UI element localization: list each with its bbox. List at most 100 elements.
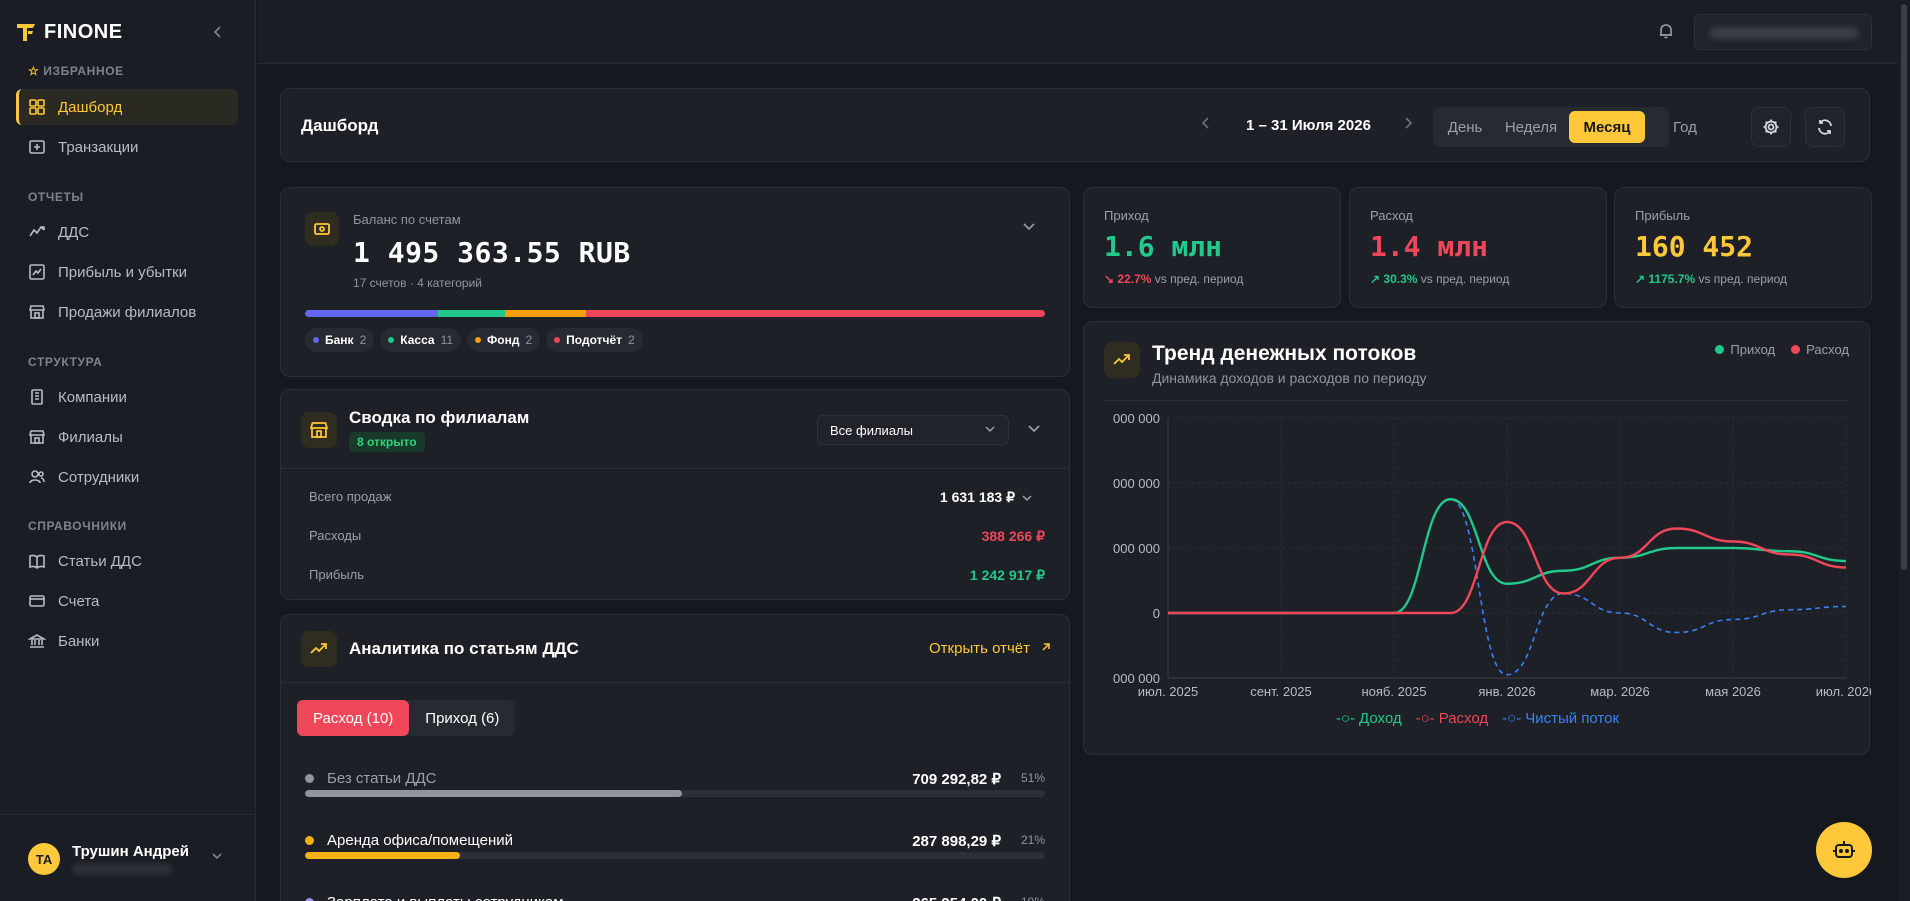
x-tick-label: мар. 2026: [1590, 684, 1650, 699]
date-range[interactable]: 1 – 31 Июля 2026: [1246, 117, 1371, 134]
structure-section-label: СТРУКТУРА: [28, 355, 103, 369]
category-name: Аренда офиса/помещений: [327, 832, 513, 849]
category-amount: 287 898,29 ₽: [912, 833, 1001, 850]
collapse-branches-button[interactable]: [1026, 420, 1042, 439]
sidebar-item-label: Филиалы: [58, 428, 123, 446]
period-day[interactable]: День: [1437, 111, 1493, 143]
user-email-redacted: [72, 863, 172, 875]
legend-item-income[interactable]: -○- Доход: [1336, 710, 1402, 727]
chip-dot: [388, 337, 395, 343]
y-tick-label: 0: [1153, 606, 1160, 621]
x-tick-label: июл. 2026: [1816, 684, 1871, 699]
tab-income[interactable]: Приход (6): [409, 700, 515, 736]
bell-icon[interactable]: [1657, 22, 1677, 42]
x-tick-label: июл. 2025: [1138, 684, 1198, 699]
gear-icon: [1763, 119, 1779, 135]
balance-category-chip[interactable]: Банк 2: [305, 328, 375, 352]
sidebar-item-label: Сотрудники: [58, 468, 140, 486]
favorites-section-label: ☆ ИЗБРАННОЕ: [28, 64, 124, 78]
total-sales-row[interactable]: Всего продаж 1 631 183 ₽: [309, 489, 1045, 509]
employees-icon: [28, 468, 46, 486]
user-name: Трушин Андрей: [72, 843, 189, 860]
sidebar-item-dds-articles[interactable]: Статьи ДДС: [16, 543, 238, 579]
balance-segment-0: [305, 310, 439, 317]
assistant-button[interactable]: [1816, 822, 1872, 878]
branches-title: Сводка по филиалам: [349, 408, 530, 427]
kpi-expense-card: Расход 1.4 млн ↗ 30.3% vs пред. период: [1349, 187, 1607, 308]
row-value: 388 266 ₽: [981, 528, 1045, 544]
balance-categories: Банк 2 Касса 11 Фонд 2 Подотчёт 2: [305, 328, 643, 352]
balance-segment-1: [438, 310, 505, 317]
sidebar-item-label: Статьи ДДС: [58, 552, 142, 570]
sidebar-item-label: Продажи филиалов: [58, 303, 197, 321]
legend-marker: -○-: [1415, 710, 1435, 727]
sidebar-item-label: Счета: [58, 592, 100, 610]
cashflow-line-chart: 000 000000 000000 0000000 000июл. 2025 се…: [1113, 411, 1871, 699]
category-percent: 51%: [1020, 771, 1045, 785]
branch-filter-select[interactable]: Все филиалы: [817, 415, 1009, 445]
reports-section-label: ОТЧЕТЫ: [28, 190, 84, 204]
analytics-row[interactable]: Аренда офиса/помещений 287 898,29 ₽ 21%: [305, 832, 1045, 872]
balance-segment-3: [586, 310, 1045, 317]
balance-category-chip[interactable]: Фонд 2: [467, 328, 541, 352]
balance-category-chip[interactable]: Подотчёт 2: [546, 328, 643, 352]
page-title: Дашборд: [301, 116, 379, 135]
trend-up-icon: ↗: [1635, 272, 1646, 286]
category-name: Зарплата и выплаты сотрудникам: [327, 894, 564, 901]
tab-expense[interactable]: Расход (10): [297, 700, 410, 736]
arrow-up-right-icon: [1042, 643, 1050, 651]
collapse-sidebar-button[interactable]: [208, 22, 228, 42]
user-menu[interactable]: ТА Трушин Андрей: [0, 814, 256, 901]
row-value: 1 631 183 ₽: [939, 489, 1015, 505]
refresh-button[interactable]: [1805, 107, 1845, 147]
category-progress-fill: [305, 790, 683, 797]
bank-icon: [28, 632, 46, 650]
sidebar-item-banks[interactable]: Банки: [16, 623, 238, 659]
chart-legend-bottom: -○- Доход -○- Расход -○- Чистый поток: [1084, 710, 1871, 727]
bot-icon: [1833, 841, 1855, 858]
prev-period-button[interactable]: [1199, 116, 1213, 135]
expand-balance-button[interactable]: [1021, 218, 1037, 237]
chevron-down-icon: [1021, 491, 1033, 507]
sidebar-item-transactions[interactable]: Транзакции: [16, 129, 238, 165]
chip-label: Фонд: [487, 333, 520, 347]
period-week[interactable]: Неделя: [1495, 111, 1567, 143]
legend-item-expense[interactable]: -○- Расход: [1416, 710, 1489, 727]
period-year[interactable]: Год: [1647, 111, 1723, 143]
sidebar-item-branches[interactable]: Филиалы: [16, 419, 238, 455]
expenses-row: Расходы 388 266 ₽: [309, 528, 1045, 548]
chevron-down-icon: [210, 849, 224, 866]
legend-item-net-flow[interactable]: -○- Чистый поток: [1502, 710, 1619, 727]
next-period-button[interactable]: [1401, 116, 1415, 135]
sidebar-item-companies[interactable]: Компании: [16, 379, 238, 415]
chip-label: Подотчёт: [566, 333, 622, 347]
kpi-delta: ↘ 22.7% vs пред. период: [1104, 272, 1244, 286]
sidebar-item-branch-sales[interactable]: Продажи филиалов: [16, 294, 238, 330]
balance-category-chip[interactable]: Касса 11: [380, 328, 462, 352]
page-scrollbar[interactable]: [1898, 0, 1910, 901]
sidebar-item-profit-loss[interactable]: Прибыль и убытки: [16, 254, 238, 290]
sidebar-item-accounts[interactable]: Счета: [16, 583, 238, 619]
analytics-row[interactable]: Зарплата и выплаты сотрудникам 265 954,00…: [305, 894, 1045, 901]
row-value: 1 242 917 ₽: [969, 567, 1045, 583]
scrollbar-thumb[interactable]: [1901, 4, 1907, 570]
analytics-row[interactable]: Без статьи ДДС 709 292,82 ₽ 51%: [305, 770, 1045, 810]
trend-down-icon: ↘: [1104, 272, 1115, 286]
dashboard-icon: [28, 98, 46, 116]
profit-row: Прибыль 1 242 917 ₽: [309, 567, 1045, 587]
category-progress-track: [305, 790, 1045, 797]
cashflow-trend-card: Тренд денежных потоков Динамика доходов …: [1083, 321, 1871, 755]
sidebar: FINONE ☆ ИЗБРАННОЕ Дашборд Транзакции ОТ…: [0, 0, 256, 901]
open-branches-badge: 8 открыто: [349, 432, 425, 452]
logo[interactable]: FINONE: [14, 20, 123, 44]
settings-button[interactable]: [1751, 107, 1791, 147]
open-report-link[interactable]: Открыть отчёт: [929, 640, 1052, 657]
chip-count: 2: [525, 333, 533, 347]
sidebar-item-employees[interactable]: Сотрудники: [16, 459, 238, 495]
sidebar-item-dds[interactable]: ДДС: [16, 214, 238, 250]
sidebar-item-dashboard[interactable]: Дашборд: [16, 89, 238, 125]
period-month[interactable]: Месяц: [1569, 111, 1645, 143]
category-progress-fill: [305, 852, 461, 859]
account-switcher[interactable]: [1694, 14, 1872, 50]
chevron-left-icon: [213, 26, 221, 38]
